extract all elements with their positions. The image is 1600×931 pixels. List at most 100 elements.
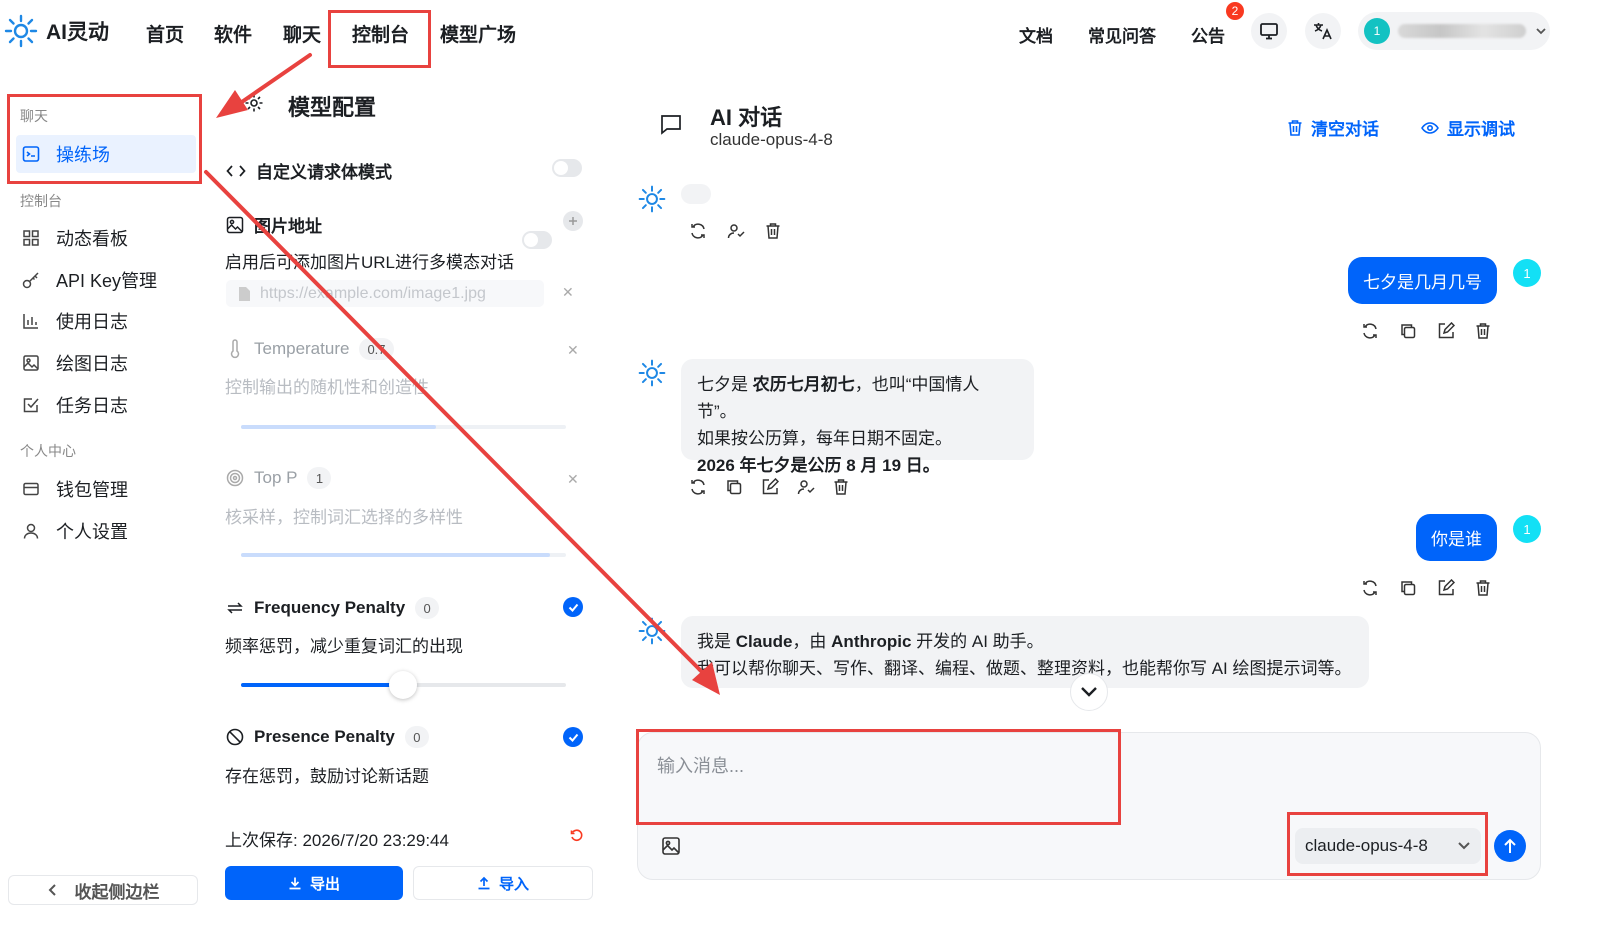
image-icon: [226, 216, 244, 233]
frequency-penalty-slider-handle[interactable]: [389, 671, 417, 699]
check-icon: [568, 733, 578, 742]
ai-message-bubble: 我是 Claude，由 Anthropic 开发的 AI 助手。 我可以帮你聊天…: [681, 616, 1369, 688]
sidebar-item-draw-log[interactable]: 绘图日志: [16, 344, 196, 382]
copy-icon[interactable]: [1399, 579, 1417, 597]
message-actions: [689, 222, 781, 240]
ai-avatar-icon: [638, 617, 666, 645]
target-icon: [226, 469, 244, 487]
temperature-disable-icon[interactable]: ✕: [567, 342, 579, 359]
monitor-icon: [1260, 23, 1278, 40]
top-p-value: 1: [307, 467, 332, 489]
user-message-bubble: 你是谁: [1416, 514, 1497, 561]
presence-penalty-setting: Presence Penalty 0: [226, 726, 429, 748]
logo-icon: [4, 14, 38, 48]
refresh-icon[interactable]: [689, 222, 707, 240]
sidebar-item-api-key[interactable]: API Key管理: [16, 261, 196, 299]
sidebar-item-label: 使用日志: [56, 312, 128, 332]
nav-docs[interactable]: 文档: [1019, 22, 1053, 47]
ai-message-line: 如果按公历算，每年日期不固定。: [697, 429, 952, 448]
top-p-slider[interactable]: [241, 553, 566, 557]
edit-icon[interactable]: [1437, 322, 1455, 340]
code-icon: [226, 164, 246, 177]
sidebar-item-label: 动态看板: [56, 229, 128, 249]
ai-avatar-icon: [638, 185, 666, 213]
sidebar-item-settings[interactable]: 个人设置: [16, 512, 196, 550]
refresh-icon[interactable]: [1361, 579, 1379, 597]
top-p-disable-icon[interactable]: ✕: [567, 471, 579, 488]
show-debug-button[interactable]: 显示调试: [1421, 115, 1515, 140]
copy-icon[interactable]: [1399, 322, 1417, 340]
import-button[interactable]: 导入: [413, 866, 593, 900]
trash-icon[interactable]: [765, 222, 781, 240]
image-url-input[interactable]: https://example.com/image1.jpg: [226, 280, 544, 307]
custom-body-toggle[interactable]: [552, 159, 582, 177]
sidebar-item-usage-log[interactable]: 使用日志: [16, 302, 196, 340]
top-p-label: Top P: [254, 468, 298, 487]
trash-icon[interactable]: [1475, 579, 1491, 597]
switch-role-icon[interactable]: [797, 478, 815, 496]
highlight-console-box: [328, 10, 431, 68]
brand-name: AI灵动: [46, 21, 109, 44]
ban-icon: [226, 728, 244, 746]
edit-icon[interactable]: [1437, 579, 1455, 597]
text-span: 我是: [697, 632, 736, 651]
custom-body-label: 自定义请求体模式: [256, 163, 392, 182]
show-debug-label: 显示调试: [1447, 120, 1515, 139]
image-upload-icon[interactable]: [661, 836, 681, 856]
presence-penalty-checkbox[interactable]: [563, 727, 583, 747]
chevron-down-icon: [1536, 28, 1546, 35]
trash-icon[interactable]: [833, 478, 849, 496]
collapse-sidebar-button[interactable]: 收起侧边栏: [8, 875, 198, 905]
refresh-icon[interactable]: [1361, 322, 1379, 340]
username-blurred: [1398, 24, 1526, 38]
text-span: 开发的 AI 助手。: [911, 632, 1044, 651]
send-button[interactable]: [1494, 830, 1526, 862]
key-icon: [22, 272, 39, 289]
ai-message-line: 2026 年七夕是公历 8 月 19 日。: [697, 456, 940, 475]
repeat-icon: [227, 602, 243, 614]
user-menu[interactable]: 1: [1358, 12, 1550, 50]
top-navbar: AI灵动 首页 软件 聊天 控制台 模型广场 文档 常见问答 公告 2 1: [0, 0, 1600, 64]
sidebar-item-label: 绘图日志: [56, 354, 128, 374]
nav-chat[interactable]: 聊天: [283, 20, 321, 47]
collapse-sidebar-label: 收起侧边栏: [74, 882, 160, 902]
notice-badge: 2: [1226, 2, 1244, 20]
top-p-slider-fill: [241, 553, 550, 557]
remove-image-url-icon[interactable]: ✕: [562, 284, 574, 301]
top-p-setting: Top P 1: [226, 467, 332, 489]
brand[interactable]: AI灵动: [4, 14, 109, 48]
image-url-desc: 启用后可添加图片URL进行多模态对话: [225, 253, 515, 272]
translate-icon: [1314, 23, 1332, 40]
ai-message-line: 我是 Claude，由 Anthropic 开发的 AI 助手。: [697, 628, 1353, 655]
clear-chat-button[interactable]: 清空对话: [1287, 115, 1379, 140]
copy-icon[interactable]: [725, 478, 743, 496]
sidebar-item-task-log[interactable]: 任务日志: [16, 386, 196, 424]
nav-faq[interactable]: 常见问答: [1088, 22, 1156, 47]
reset-icon[interactable]: [570, 829, 584, 843]
nav-software[interactable]: 软件: [214, 20, 252, 47]
message-actions: [689, 478, 849, 496]
switch-role-icon[interactable]: [727, 222, 745, 240]
nav-notice[interactable]: 公告: [1191, 22, 1225, 47]
add-image-url-button[interactable]: [563, 211, 583, 231]
refresh-icon[interactable]: [689, 478, 707, 496]
bar-chart-icon: [23, 314, 38, 329]
theme-toggle-button[interactable]: [1251, 13, 1287, 49]
scroll-to-bottom-button[interactable]: [1070, 673, 1108, 711]
export-button[interactable]: 导出: [225, 866, 403, 900]
wallet-icon: [23, 482, 39, 496]
language-button[interactable]: [1305, 13, 1341, 49]
edit-icon[interactable]: [761, 478, 779, 496]
image-url-toggle[interactable]: [522, 231, 552, 249]
top-p-desc: 核采样，控制词汇选择的多样性: [225, 508, 463, 527]
sidebar-item-wallet[interactable]: 钱包管理: [16, 470, 196, 508]
clear-chat-label: 清空对话: [1311, 120, 1379, 139]
temperature-slider[interactable]: [241, 425, 566, 429]
sidebar-item-dashboard[interactable]: 动态看板: [16, 219, 196, 257]
nav-home[interactable]: 首页: [146, 20, 184, 47]
nav-model-square[interactable]: 模型广场: [440, 20, 516, 47]
download-icon: [289, 877, 301, 890]
frequency-penalty-checkbox[interactable]: [563, 597, 583, 617]
message-actions: [1361, 579, 1491, 597]
trash-icon[interactable]: [1475, 322, 1491, 340]
